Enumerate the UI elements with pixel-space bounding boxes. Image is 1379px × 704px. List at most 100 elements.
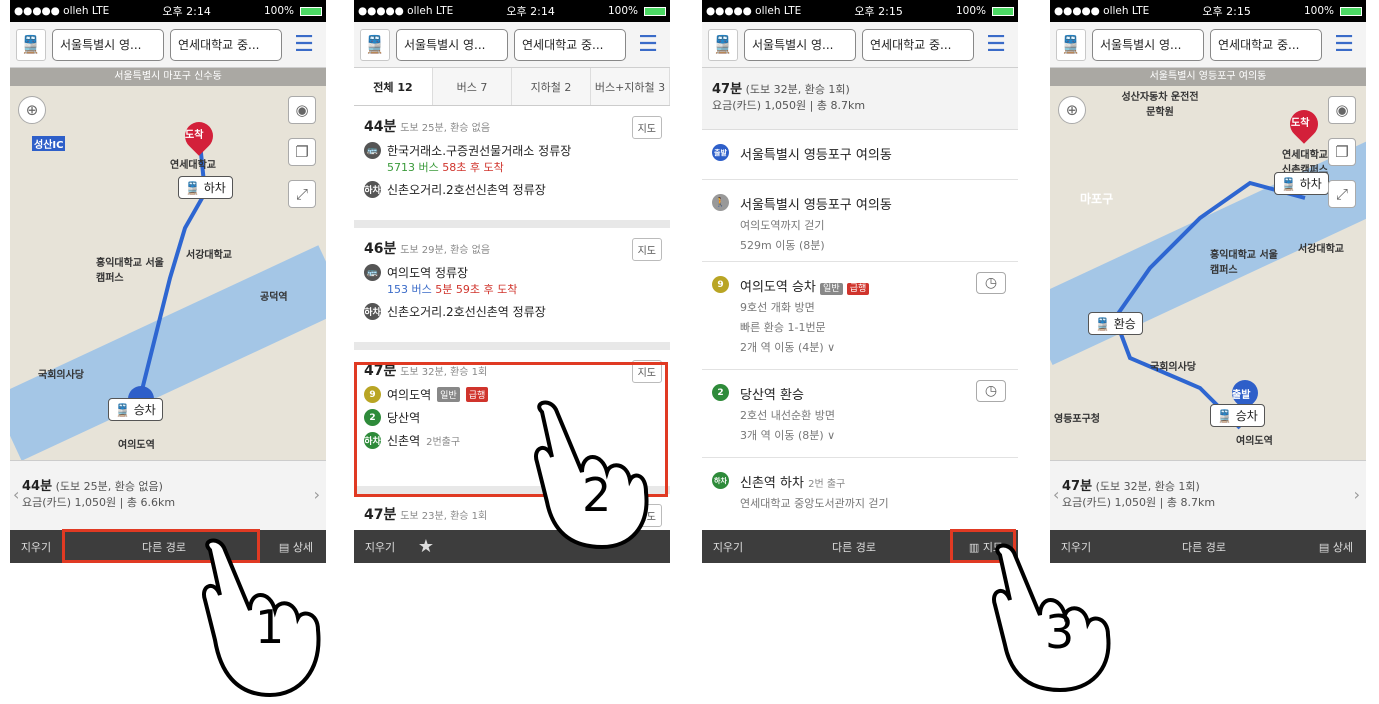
origin-field[interactable]: 서울특별시 영...	[744, 28, 856, 61]
summary-time: 44분	[22, 479, 53, 494]
summary-detail: (도보 32분, 환승 1회)	[1095, 480, 1200, 493]
my-location-icon[interactable]: ⊕	[18, 96, 46, 124]
fullscreen-icon[interactable]: ⤢	[288, 180, 316, 208]
carrier: ●●●●● olleh LTE	[706, 5, 802, 17]
tab-all[interactable]: 전체 12	[354, 68, 433, 105]
card-time: 46분	[364, 241, 397, 257]
prev-route-icon[interactable]: ‹	[13, 485, 19, 504]
card-time: 47분	[364, 507, 397, 523]
card-stop: 한국거래소.구증권선물거래소 정류장	[387, 144, 572, 158]
destination-field[interactable]: 연세대학교 중...	[170, 28, 282, 61]
bus-arrival: 5분 59초 후 도착	[435, 283, 518, 296]
status-bar: ●●●●● olleh LTE 오후 2:15 100%	[1050, 0, 1366, 22]
clock-icon[interactable]: ◷	[976, 380, 1006, 402]
detail-label: 상세	[1332, 540, 1354, 554]
header: 🚆 서울특별시 영... 연세대학교 중... ☰	[1050, 22, 1366, 68]
transfer-label: 환승	[1113, 317, 1136, 331]
clock: 오후 2:14	[162, 5, 211, 18]
tab-bus[interactable]: 버스 7	[433, 68, 512, 105]
detail-fare: 요금(카드) 1,050원 | 총 8.7km	[712, 99, 866, 112]
alight-pin[interactable]: 🚆 하차	[178, 176, 233, 199]
step-sub: 529m 이동 (8분)	[740, 239, 825, 252]
carrier: ●●●●● olleh LTE	[358, 5, 454, 17]
menu-icon[interactable]: ☰	[980, 32, 1012, 57]
battery-icon	[644, 6, 666, 16]
bus-icon: 🚌	[364, 142, 381, 159]
step-sub: 9호선 개화 방면	[740, 301, 815, 314]
fullscreen-icon[interactable]: ⤢	[1328, 180, 1356, 208]
battery-text: 100%	[263, 5, 294, 17]
step-title: 서울특별시 영등포구 여의동	[740, 198, 892, 213]
clear-button[interactable]: 지우기	[354, 539, 406, 555]
origin-field[interactable]: 서울특별시 영...	[396, 28, 508, 61]
tab-subway[interactable]: 지하철 2	[512, 68, 591, 105]
board-pin[interactable]: 🚆 승차	[108, 398, 163, 421]
next-route-icon[interactable]: ›	[314, 485, 320, 504]
prev-route-icon[interactable]: ‹	[1053, 485, 1059, 504]
other-route-button[interactable]: 다른 경로	[754, 539, 954, 555]
layer-icon[interactable]: ❐	[288, 138, 316, 166]
route-tabs: 전체 12 버스 7 지하철 2 버스+지하철 3	[354, 68, 670, 106]
tag-normal: 일반	[820, 283, 843, 295]
route-summary[interactable]: ‹ 47분 (도보 32분, 환승 1회) 요금(카드) 1,050원 | 총 …	[1050, 460, 1366, 530]
favorite-star-icon[interactable]: ★	[406, 536, 446, 557]
map-button[interactable]: 지도	[631, 116, 662, 139]
step-sub: 여의도역까지 걷기	[740, 219, 825, 232]
clear-button[interactable]: 지우기	[702, 539, 754, 555]
bus-number: 5713 버스	[387, 161, 439, 174]
line2-icon: 2	[712, 384, 729, 401]
transit-mode-icon[interactable]: 🚆	[360, 28, 390, 61]
menu-icon[interactable]: ☰	[288, 32, 320, 57]
menu-icon[interactable]: ☰	[632, 32, 664, 57]
map-label-arrival: 도착	[1291, 118, 1310, 129]
detail-button[interactable]: ▤ 상세	[1306, 539, 1366, 555]
alight-label: 하차	[1299, 177, 1322, 191]
map-label-arrival: 도착	[185, 130, 204, 141]
bus-icon: 🚌	[364, 264, 381, 281]
status-bar: ●●●●● olleh LTE 오후 2:14 100%	[10, 0, 326, 22]
traffic-toggle-icon[interactable]: ◉	[288, 96, 316, 124]
transit-mode-icon[interactable]: 🚆	[16, 28, 46, 61]
bus-arrival: 58초 후 도착	[442, 161, 504, 174]
detail-meta: (도보 32분, 환승 1회)	[745, 83, 850, 96]
clock-icon[interactable]: ◷	[976, 272, 1006, 294]
clear-button[interactable]: 지우기	[10, 539, 62, 555]
tab-bus-subway[interactable]: 버스+지하철 3	[591, 68, 670, 105]
map-button[interactable]: 지도	[631, 238, 662, 261]
map[interactable]: 서울특별시 영등포구 여의동 성산자동차 운전전문학원 도착 연세대학교 신촌캠…	[1050, 68, 1366, 460]
alight-icon: 하차	[364, 181, 381, 198]
carrier: ●●●●● olleh LTE	[14, 5, 110, 17]
card-meta: 도보 23분, 환승 1회	[400, 511, 488, 522]
origin-field[interactable]: 서울특별시 영...	[52, 28, 164, 61]
step-title: 신촌역 하차	[740, 476, 804, 491]
transfer-pin[interactable]: 🚆 환승	[1088, 312, 1143, 335]
step-alight: 하차 신촌역 하차 2번 출구 연세대학교 중앙도서관까지 걷기	[702, 458, 1018, 521]
alight-pin[interactable]: 🚆 하차	[1274, 172, 1329, 195]
next-route-icon[interactable]: ›	[1354, 485, 1360, 504]
board-pin[interactable]: 🚆 승차	[1210, 404, 1265, 427]
summary-detail: (도보 25분, 환승 없음)	[55, 480, 163, 493]
destination-field[interactable]: 연세대학교 중...	[514, 28, 626, 61]
depart-badge: 출발	[712, 144, 729, 161]
menu-icon[interactable]: ☰	[1328, 32, 1360, 57]
card-time: 44분	[364, 119, 397, 135]
other-route-button[interactable]: 다른 경로	[1102, 539, 1306, 555]
route-summary[interactable]: ‹ 44분 (도보 25분, 환승 없음) 요금(카드) 1,050원 | 총 …	[10, 460, 326, 530]
my-location-icon[interactable]: ⊕	[1058, 96, 1086, 124]
destination-field[interactable]: 연세대학교 중...	[862, 28, 974, 61]
map[interactable]: 서울특별시 마포구 신수동 도착 연세대학교 🚆 하차 서강대학교 홍익대학교 …	[10, 68, 326, 460]
destination-field[interactable]: 연세대학교 중...	[1210, 28, 1322, 61]
traffic-toggle-icon[interactable]: ◉	[1328, 96, 1356, 124]
step-sub[interactable]: 2개 역 이동 (4분) ∨	[740, 339, 1008, 355]
layer-icon[interactable]: ❐	[1328, 138, 1356, 166]
origin-field[interactable]: 서울특별시 영...	[1092, 28, 1204, 61]
transit-mode-icon[interactable]: 🚆	[708, 28, 738, 61]
detail-summary: 47분 (도보 32분, 환승 1회) 요금(카드) 1,050원 | 총 8.7…	[702, 68, 1018, 130]
header: 🚆 서울특별시 영... 연세대학교 중... ☰	[354, 22, 670, 68]
route-card[interactable]: 지도 44분 도보 25분, 환승 없음 🚌 한국거래소.구증권선물거래소 정류장…	[354, 106, 670, 228]
step-sub[interactable]: 3개 역 이동 (8분) ∨	[740, 427, 1008, 443]
battery-text: 100%	[1303, 5, 1334, 17]
status-bar: ●●●●● olleh LTE 오후 2:15 100%	[702, 0, 1018, 22]
transit-mode-icon[interactable]: 🚆	[1056, 28, 1086, 61]
route-card[interactable]: 지도 46분 도보 29분, 환승 없음 🚌 여의도역 정류장 153 버스 5분…	[354, 228, 670, 350]
